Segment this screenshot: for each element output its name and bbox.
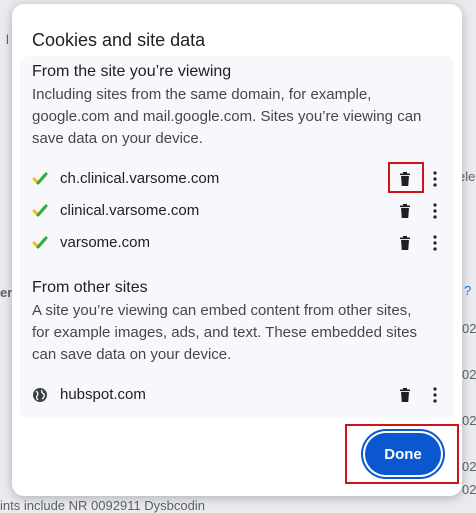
section-description-viewing: Including sites from the same domain, fo… <box>32 86 422 147</box>
more-vert-icon[interactable] <box>427 385 443 405</box>
site-name: ch.clinical.varsome.com <box>60 170 220 187</box>
dialog-title: Cookies and site data <box>32 30 206 50</box>
background-fragment: 02 <box>462 413 476 428</box>
site-row: varsome.com <box>20 227 454 259</box>
section-description-other: A site you’re viewing can embed content … <box>32 302 417 363</box>
more-vert-icon[interactable] <box>427 233 443 253</box>
trash-icon[interactable] <box>397 203 413 219</box>
background-fragment: 02 <box>462 482 476 497</box>
site-name: hubspot.com <box>60 386 146 403</box>
section-title-viewing: From the site you’re viewing <box>32 63 232 80</box>
more-vert-icon[interactable] <box>427 169 443 189</box>
more-vert-icon[interactable] <box>427 201 443 221</box>
site-name: clinical.varsome.com <box>60 202 200 219</box>
site-check-icon <box>32 172 48 185</box>
trash-icon[interactable] <box>397 171 413 187</box>
section-title-other: From other sites <box>32 279 148 296</box>
site-row: clinical.varsome.com <box>20 195 454 227</box>
site-check-icon <box>32 204 48 217</box>
globe-icon <box>33 388 47 402</box>
site-name: varsome.com <box>60 234 151 251</box>
done-button[interactable]: Done <box>365 433 441 475</box>
background-fragment: 02 <box>462 321 476 336</box>
cookies-dialog: Cookies and site data From the site you’… <box>12 4 462 496</box>
dialog-content: From the site you’re viewing Including s… <box>20 56 454 418</box>
site-check-icon <box>32 236 48 249</box>
background-fragment: 02 <box>462 367 476 382</box>
site-row: hubspot.com <box>20 379 454 411</box>
trash-icon[interactable] <box>397 235 413 251</box>
background-fragment: l <box>6 32 9 47</box>
background-fragment: 02 <box>462 459 476 474</box>
site-row: ch.clinical.varsome.com <box>20 162 454 195</box>
trash-icon[interactable] <box>397 387 413 403</box>
background-fragment: ? <box>464 283 472 298</box>
